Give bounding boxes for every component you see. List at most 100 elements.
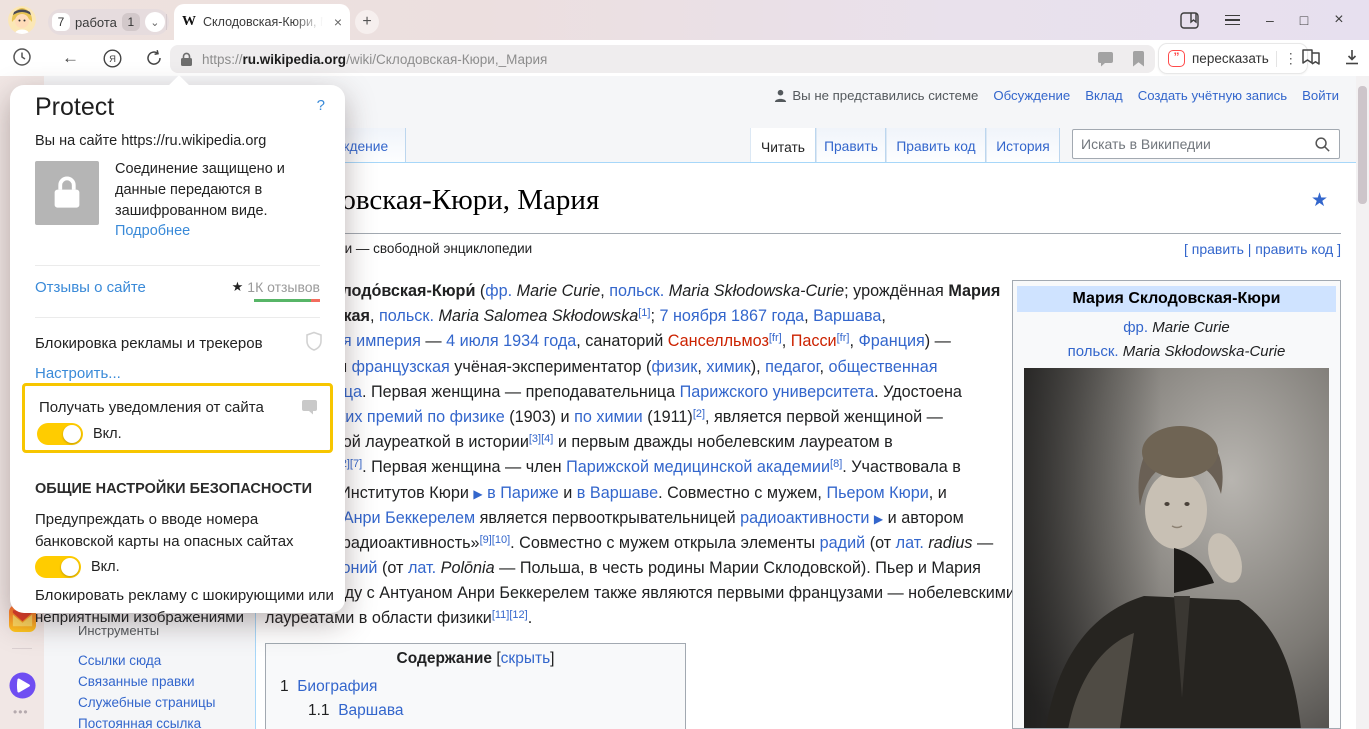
personal-link-contributions[interactable]: Вклад xyxy=(1085,88,1122,103)
sidebar-link-special[interactable]: Служебные страницы xyxy=(78,695,215,710)
page-url: https://ru.wikipedia.org/wiki/Склодовска… xyxy=(202,52,547,67)
window-controls: – □ × xyxy=(1180,8,1344,32)
toc-header: Содержание [скрыть] xyxy=(266,650,685,668)
infobox-name-french: фр. Marie Curie xyxy=(1013,319,1340,336)
notifications-highlight-box: Получать уведомления от сайта Вкл. xyxy=(22,383,333,453)
shocking-ads-label: Блокировать рекламу с шокирующими или не… xyxy=(35,585,335,629)
notifications-toggle-row: Вкл. xyxy=(37,423,122,445)
wiki-personal-bar: Вы не представились системе Обсуждение В… xyxy=(774,88,1339,103)
card-warning-label: Предупреждать о вводе номера банковской … xyxy=(35,509,327,553)
history-icon[interactable] xyxy=(12,47,32,72)
personal-link-create-account[interactable]: Создать учётную запись xyxy=(1138,88,1287,103)
lock-icon[interactable] xyxy=(180,52,193,67)
personal-link-discussion[interactable]: Обсуждение xyxy=(993,88,1070,103)
rail-more-icon[interactable]: ••• xyxy=(13,705,29,719)
personal-link-login[interactable]: Войти xyxy=(1302,88,1339,103)
tab-edit-source[interactable]: Править код xyxy=(886,128,986,162)
site-reviews-link[interactable]: Отзывы о сайте xyxy=(35,279,146,296)
browser-window: Вы не представились системе Обсуждение В… xyxy=(0,0,1369,729)
lang-link-pl[interactable]: польск. xyxy=(1068,343,1119,360)
reviews-count: ★ 1К отзывов xyxy=(232,279,320,295)
toc-item: 1.1 Варшава xyxy=(308,702,685,720)
maximize-button[interactable]: □ xyxy=(1300,12,1308,28)
infobox: Мария Склодовская-Кюри фр. Marie Curie п… xyxy=(1012,280,1341,729)
protect-panel: Protect ? Вы на сайте https://ru.wikiped… xyxy=(10,85,345,613)
retell-divider xyxy=(1276,51,1277,67)
alice-assistant-icon[interactable] xyxy=(9,672,36,704)
tab-close-icon[interactable]: × xyxy=(334,14,342,30)
details-link[interactable]: Подробнее xyxy=(115,223,190,239)
user-status-label: Вы не представились системе xyxy=(792,88,978,103)
protect-title: Protect xyxy=(35,93,114,122)
configure-link[interactable]: Настроить... xyxy=(35,365,121,382)
portrait-photo[interactable] xyxy=(1024,368,1329,729)
active-tab[interactable]: W Склодовская-Кюри, Ма × xyxy=(174,4,350,40)
title-rule xyxy=(265,233,1341,234)
search-input[interactable] xyxy=(1081,136,1314,152)
tab-read[interactable]: Читать xyxy=(750,128,816,163)
protect-site-line: Вы на сайте https://ru.wikipedia.org xyxy=(35,133,266,149)
toc-hide-link[interactable]: скрыть xyxy=(501,650,550,667)
tab-history[interactable]: История xyxy=(986,128,1060,162)
reviews-rating-bar xyxy=(254,299,320,302)
tab-group-label: работа xyxy=(75,15,117,30)
protect-help-link[interactable]: ? xyxy=(317,97,325,114)
downloads-icon[interactable] xyxy=(1344,49,1360,71)
tab-group[interactable]: 7 работа 1 ⌄ xyxy=(48,9,169,35)
toc-link-warsaw[interactable]: Варшава xyxy=(338,702,403,719)
infobox-title: Мария Склодовская-Кюри xyxy=(1017,286,1336,312)
card-warning-toggle[interactable] xyxy=(35,556,81,578)
lang-link-fr[interactable]: фр. xyxy=(1123,319,1148,336)
wiki-search-box[interactable] xyxy=(1072,129,1340,159)
extensions-icon[interactable] xyxy=(1300,47,1322,72)
retell-quotes-icon: ” xyxy=(1168,50,1185,67)
tab-title: Склодовская-Кюри, Ма xyxy=(203,15,323,29)
toc-title: Содержание xyxy=(397,650,493,667)
svg-text:Я: Я xyxy=(109,54,116,65)
table-of-contents: Содержание [скрыть] 1 Биография 1.1 Варш… xyxy=(265,643,686,729)
retell-button[interactable]: ” пересказать ⋮ xyxy=(1158,43,1308,74)
toc-item: 1 Биография xyxy=(280,678,685,696)
sidebar-link-related[interactable]: Связанные правки xyxy=(78,674,195,689)
page-scrollbar-thumb[interactable] xyxy=(1358,86,1367,204)
tab-group-count: 7 xyxy=(52,13,70,31)
notifications-label: Получать уведомления от сайта xyxy=(39,399,264,416)
person-icon xyxy=(774,89,787,102)
tab-group-badge: 1 xyxy=(122,13,140,31)
notifications-toggle[interactable] xyxy=(37,423,83,445)
url-field[interactable]: https://ru.wikipedia.org/wiki/Склодовска… xyxy=(170,45,1155,73)
shield-icon xyxy=(305,331,323,356)
panel-divider xyxy=(35,317,320,318)
yandex-home-icon[interactable]: Я xyxy=(103,49,122,73)
tab-edit[interactable]: Править xyxy=(816,128,886,162)
edit-links[interactable]: [ править | править код ] xyxy=(1184,241,1341,257)
notification-bubble-icon xyxy=(301,400,318,420)
security-section-header: ОБЩИЕ НАСТРОЙКИ БЕЗОПАСНОСТИ xyxy=(35,481,312,497)
sidebar-link-whatlinkshere[interactable]: Ссылки сюда xyxy=(78,653,161,668)
sidebar-link-permalink[interactable]: Постоянная ссылка xyxy=(78,716,201,729)
refresh-icon[interactable] xyxy=(145,49,163,72)
connection-secure-text: Соединение защищено и данные передаются … xyxy=(115,159,333,222)
back-icon[interactable]: ← xyxy=(62,48,79,68)
user-status: Вы не представились системе xyxy=(774,88,978,103)
panel-divider xyxy=(35,265,320,266)
infobox-name-polish: польск. Maria Skłodowska-Curie xyxy=(1013,343,1340,360)
adblock-label: Блокировка рекламы и трекеров xyxy=(35,335,263,352)
toc-link-biography[interactable]: Биография xyxy=(297,678,377,695)
menu-icon[interactable] xyxy=(1225,12,1240,29)
toggle-state-label: Вкл. xyxy=(93,426,122,442)
connection-lock-badge xyxy=(35,161,99,225)
search-icon[interactable] xyxy=(1314,136,1331,153)
close-button[interactable]: × xyxy=(1334,11,1343,29)
bookmark-icon[interactable] xyxy=(1132,51,1145,67)
chevron-down-icon[interactable]: ⌄ xyxy=(145,12,165,32)
side-panel-icon[interactable] xyxy=(1180,12,1199,29)
new-tab-button[interactable]: + xyxy=(355,10,379,34)
retell-menu-icon[interactable]: ⋮ xyxy=(1284,50,1298,67)
minimize-button[interactable]: – xyxy=(1266,12,1274,28)
rail-divider xyxy=(12,648,32,649)
watchlist-star-icon[interactable]: ★ xyxy=(1311,189,1328,212)
profile-avatar[interactable] xyxy=(8,6,36,34)
comment-icon[interactable] xyxy=(1097,52,1114,67)
wikipedia-favicon: W xyxy=(182,14,196,30)
